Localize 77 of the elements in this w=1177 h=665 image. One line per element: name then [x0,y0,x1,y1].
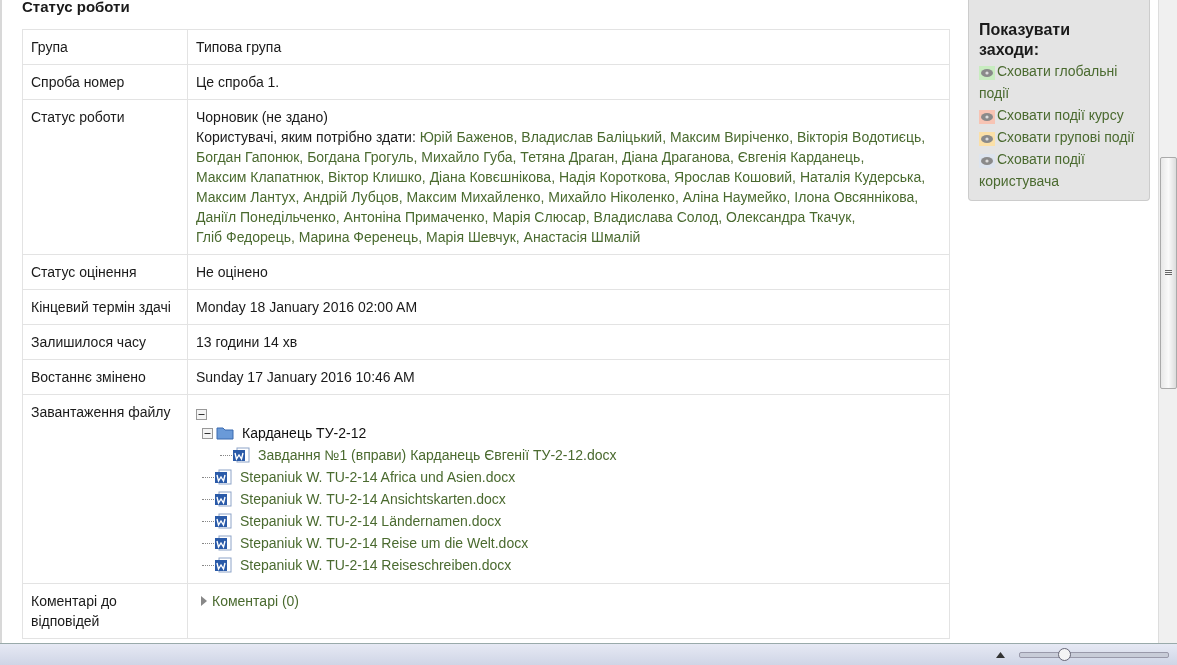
word-document-icon [214,556,232,574]
user-link[interactable]: Ярослав Кошовий, [674,169,796,185]
event-filter-link[interactable]: Сховати глобальні події [979,60,1139,104]
user-link[interactable]: Максим Лантух, [196,189,300,205]
word-document-icon [232,446,250,464]
word-document-icon [214,534,232,552]
row-label: Статус оцінення [22,254,188,290]
user-link[interactable]: Владислав Баліцький, [521,129,667,145]
scrollbar[interactable] [1158,0,1177,643]
zoom-slider[interactable] [1019,651,1169,658]
user-link[interactable]: Вікторія Водотиєць, [796,129,926,145]
comments-link[interactable]: Коментарі (0) [212,591,300,611]
row-label: Коментарі до відповідей [22,583,188,639]
user-link[interactable]: Аліна Наумейко, [682,189,791,205]
user-link[interactable]: Ілона Овсяннікова, [794,189,919,205]
user-link[interactable]: Тетяна Драган, [520,149,619,165]
word-document-icon [214,490,232,508]
file-link[interactable]: Stepaniuk W. TU-2-14 Ländernamen.docx [240,511,502,531]
row-label: Спроба номер [22,64,188,100]
user-link[interactable]: Віктор Клишко, [327,169,426,185]
row-label: Група [22,29,188,65]
field-value: Це спроба 1. [196,74,280,90]
slider-thumb[interactable] [1058,647,1072,661]
user-link[interactable]: Наталія Кудерська, [799,169,926,185]
users-label: Користувачі, яким потрібно здати: [196,129,417,145]
user-link[interactable]: Юрій Баженов, [419,129,518,145]
user-link[interactable]: Михайло Ніколенко, [548,189,679,205]
user-link[interactable]: Марина Ференець, [298,229,423,245]
status-value: Чорновик (не здано) [196,108,329,127]
field-value: Типова група [196,39,282,55]
collapse-icon[interactable] [202,427,213,439]
file-link[interactable]: Stepaniuk W. TU-2-14 Ansichtskarten.docx [240,489,506,509]
file-link[interactable]: Stepaniuk W. TU-2-14 Reiseschreiben.docx [240,555,512,575]
field-value: Monday 18 January 2016 02:00 AM [196,299,418,315]
user-link[interactable]: Євгенія Карданець, [737,149,865,165]
user-link[interactable]: Діана Ковєшнікова, [429,169,556,185]
file-link[interactable]: Stepaniuk W. TU-2-14 Reise um die Welt.docx [240,533,529,553]
user-link[interactable]: Максим Виріченко, [670,129,794,145]
panel-title: Показувати заходи: [979,20,1072,60]
row-label: Завантаження файлу [22,394,188,584]
folder-icon [216,426,234,440]
user-link[interactable]: Максим Михайленко, [406,189,545,205]
word-document-icon [214,512,232,530]
row-label: Залишилося часу [22,324,188,360]
row-label: Статус роботи [22,99,188,255]
event-filter-link[interactable]: Сховати групові події [979,126,1139,148]
user-link[interactable]: Владислава Солод, [593,209,723,225]
row-label: Кінцевий термін здачі [22,289,188,325]
user-link[interactable]: Михайло Губа, [421,149,517,165]
row-label: Востаннє змінено [22,359,188,395]
user-link[interactable]: Марія Шевчук, [425,229,520,245]
user-link[interactable]: Антоніна Примаченко, [343,209,489,225]
event-filter-link[interactable]: Сховати події курсу [979,104,1139,126]
user-link[interactable]: Андрій Лубцов, [303,189,403,205]
folder-name[interactable]: Карданець ТУ-2-12 [242,423,367,443]
user-link[interactable]: Анастасія Шмалій [523,229,641,245]
section-heading: Статус роботи [22,0,131,17]
file-link[interactable]: Stepaniuk W. TU-2-14 Africa und Asien.docx [240,467,516,487]
caret-right-icon[interactable] [200,596,208,606]
user-link[interactable]: Даніїл Понедільченко, [196,209,340,225]
event-filter-link[interactable]: Сховати події користувача [979,148,1139,192]
field-value: 13 години 14 хв [196,334,298,350]
user-link[interactable]: Богдан Гапонюк, [196,149,304,165]
user-link[interactable]: Гліб Федорець, [196,229,295,245]
user-link[interactable]: Надія Короткова, [558,169,671,185]
user-link[interactable]: Богдана Грогуль, [307,149,418,165]
user-link[interactable]: Олександра Ткачук, [726,209,856,225]
user-link[interactable]: Марія Слюсар, [492,209,590,225]
field-value: Не оцінено [196,264,268,280]
grip-icon [1164,270,1172,276]
field-value: Sunday 17 January 2016 10:46 AM [196,369,415,385]
word-document-icon [214,468,232,486]
user-link[interactable]: Діана Драганова, [622,149,734,165]
caret-up-icon[interactable] [996,651,1005,658]
user-link[interactable]: Максим Клапатнюк, [196,169,325,185]
collapse-icon[interactable] [196,408,207,420]
file-link[interactable]: Завдання №1 (вправи) Карданець Євгенії ТУ-2-12.docx [258,445,617,465]
